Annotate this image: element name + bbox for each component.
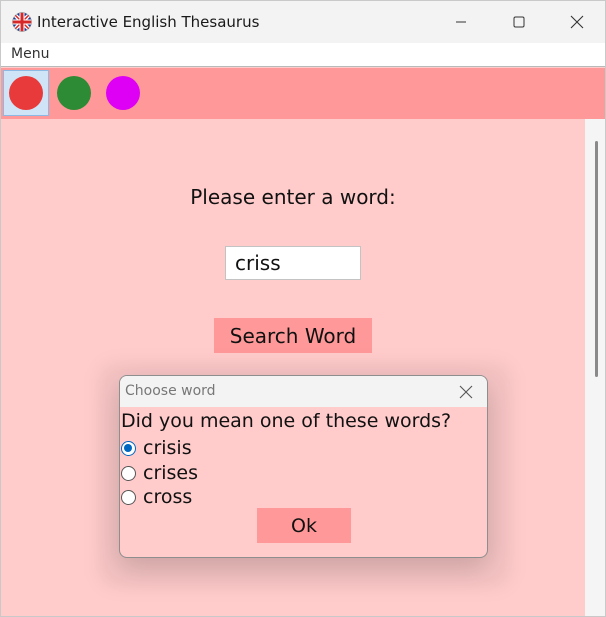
radio-button[interactable] bbox=[121, 465, 136, 481]
maximize-icon bbox=[513, 16, 525, 28]
search-word-button[interactable]: Search Word bbox=[214, 318, 372, 353]
radio-button[interactable] bbox=[121, 440, 136, 456]
choose-word-dialog: Choose word Did you mean one of these wo… bbox=[119, 375, 488, 558]
option-cross[interactable]: cross bbox=[121, 486, 192, 508]
dialog-title: Choose word bbox=[125, 383, 216, 399]
close-icon bbox=[570, 15, 584, 29]
green-circle-icon bbox=[57, 76, 91, 110]
menu-bar: Menu bbox=[1, 43, 605, 67]
dialog-question: Did you mean one of these words? bbox=[121, 410, 452, 432]
dialog-title-bar: Choose word bbox=[120, 376, 487, 407]
magenta-circle-icon bbox=[106, 76, 140, 110]
maximize-button[interactable] bbox=[490, 1, 548, 43]
dialog-close-button[interactable] bbox=[454, 381, 478, 403]
option-label: cross bbox=[143, 486, 193, 508]
word-input[interactable] bbox=[225, 246, 361, 280]
option-crisis[interactable]: crisis bbox=[121, 437, 192, 459]
uk-flag-icon bbox=[12, 12, 32, 32]
minimize-icon bbox=[456, 21, 466, 23]
title-bar: Interactive English Thesaurus bbox=[1, 1, 605, 43]
ok-button[interactable]: Ok bbox=[257, 508, 351, 543]
word-prompt: Please enter a word: bbox=[190, 185, 396, 209]
radio-button[interactable] bbox=[121, 489, 136, 505]
close-icon bbox=[459, 385, 473, 399]
option-label: crisis bbox=[143, 437, 192, 459]
close-button[interactable] bbox=[548, 1, 605, 43]
app-window: Interactive English Thesaurus Menu Pleas… bbox=[0, 0, 606, 617]
color-button-red[interactable] bbox=[3, 70, 49, 116]
vertical-scrollbar[interactable] bbox=[585, 119, 605, 616]
option-label: crises bbox=[143, 462, 199, 484]
minimize-button[interactable] bbox=[432, 1, 490, 43]
color-toolbar bbox=[1, 68, 605, 119]
red-circle-icon bbox=[9, 76, 43, 110]
option-crises[interactable]: crises bbox=[121, 462, 198, 484]
color-button-magenta[interactable] bbox=[100, 70, 146, 116]
window-title: Interactive English Thesaurus bbox=[37, 13, 260, 31]
color-button-green[interactable] bbox=[51, 70, 97, 116]
scrollbar-thumb[interactable] bbox=[595, 141, 598, 377]
menu-item-menu[interactable]: Menu bbox=[11, 46, 49, 62]
